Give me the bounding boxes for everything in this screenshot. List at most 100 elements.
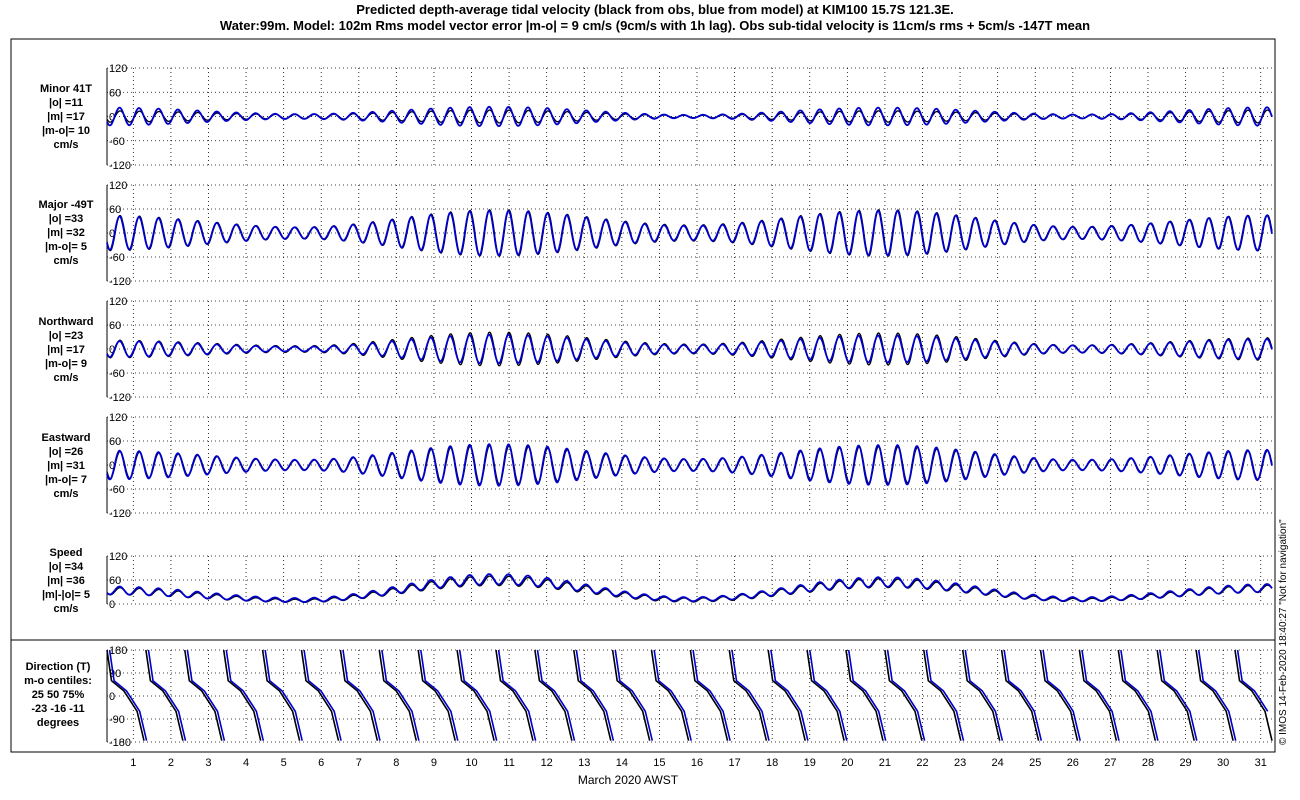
x-tick-label: 20 — [841, 757, 853, 769]
y-tick-label: -120 — [109, 276, 131, 288]
y-tick-label: -60 — [109, 484, 125, 496]
panel-label-line: Eastward — [42, 432, 91, 444]
x-tick-label: 10 — [465, 757, 477, 769]
x-tick-label: 25 — [1029, 757, 1041, 769]
panel-2: 120600-60-120Major -49T|o| =33|m| =32|m-… — [38, 180, 1273, 288]
panel-1: 120600-60-120Minor 41T|o| =11|m| =17|m-o… — [40, 63, 1273, 172]
panel-5: 120 60 0 Speed |o| =34 |m| =36 |m|-|o|= 5 cm/s — [42, 547, 1273, 615]
x-tick-label: 28 — [1142, 757, 1154, 769]
x-axis-label: March 2020 AWST — [578, 773, 679, 787]
x-tick-label: 17 — [728, 757, 740, 769]
x-tick-label: 16 — [691, 757, 703, 769]
model-series-line — [108, 649, 1269, 741]
x-tick-label: 26 — [1067, 757, 1079, 769]
panel-label-line: Direction (T) — [26, 661, 91, 673]
x-tick-label: 7 — [356, 757, 362, 769]
panel-label-line: cm/s — [53, 603, 78, 615]
y-tick-label: 180 — [109, 645, 127, 657]
panel-label-line: |m-o|= 5 — [45, 241, 87, 253]
x-tick-label: 23 — [954, 757, 966, 769]
panel-label-line: cm/s — [53, 255, 78, 267]
x-tick-label: 13 — [578, 757, 590, 769]
panel-label-line: |o| =11 — [49, 97, 83, 109]
x-tick-label: 5 — [281, 757, 287, 769]
panel-label-line: Northward — [39, 316, 94, 328]
x-tick-label: 31 — [1255, 757, 1267, 769]
panel-label-line: |m-o|= 10 — [42, 125, 90, 137]
y-tick-label: -120 — [109, 392, 131, 404]
panel-label-line: |o| =23 — [49, 330, 84, 342]
tidal-velocity-figure: Predicted depth-average tidal velocity (… — [10, 2, 1289, 787]
x-tick-label: 22 — [916, 757, 928, 769]
panel-3: 120600-60-120Northward|o| =23|m| =17|m-o… — [39, 296, 1273, 404]
panel-label-line: |m| =32 — [47, 227, 85, 239]
y-tick-label: -120 — [109, 160, 131, 172]
y-tick-label: 0 — [109, 599, 115, 611]
panel-label-line: |m| =36 — [47, 575, 85, 587]
x-tick-label: 8 — [393, 757, 399, 769]
plot-panels: 120600-60-120Minor 41T|o| =11|m| =17|m-o… — [24, 63, 1273, 769]
y-tick-label: 60 — [109, 575, 121, 587]
x-tick-label: 19 — [804, 757, 816, 769]
panel-label-line: |m|-|o|= 5 — [42, 589, 90, 601]
panel-6: 180900-90-180Direction (T)m-o centiles:2… — [24, 645, 1273, 749]
panel-label-line: cm/s — [53, 139, 78, 151]
panel-label-line: |o| =26 — [49, 446, 84, 458]
panel-label-line: |m| =17 — [47, 344, 85, 356]
y-tick-label: -90 — [109, 714, 125, 726]
x-tick-label: 27 — [1104, 757, 1116, 769]
x-tick-label: 30 — [1217, 757, 1229, 769]
x-tick-label: 3 — [205, 757, 211, 769]
x-tick-label: 12 — [541, 757, 553, 769]
x-tick-label: 6 — [318, 757, 324, 769]
x-tick-label: 18 — [766, 757, 778, 769]
panel-label-line: |m| =17 — [47, 111, 85, 123]
panel-label-line: cm/s — [53, 488, 78, 500]
y-tick-label: -60 — [109, 252, 125, 264]
x-tick-label: 9 — [431, 757, 437, 769]
panel-label-line: |m-o|= 9 — [45, 358, 87, 370]
y-tick-label: 60 — [109, 204, 121, 216]
x-tick-label: 2 — [168, 757, 174, 769]
x-tick-label: 21 — [879, 757, 891, 769]
y-tick-label: -60 — [109, 136, 125, 148]
y-tick-label: 60 — [109, 436, 121, 448]
panel-label-line: Speed — [49, 547, 82, 559]
obs-series-line — [106, 649, 1273, 741]
y-tick-label: 120 — [109, 412, 127, 424]
credit-text: © IMOS 14-Feb-2020 18:40:27 "Not for nav… — [1278, 519, 1289, 745]
y-tick-label: 120 — [109, 63, 127, 75]
panel-label-line: 25 50 75% — [32, 689, 85, 701]
panel-label-line: |o| =34 — [49, 561, 84, 573]
y-tick-label: 0 — [109, 691, 115, 703]
title-line-1: Predicted depth-average tidal velocity (… — [356, 2, 953, 17]
panel-label-line: |m| =31 — [47, 460, 85, 472]
panel-label-line: |m-o|= 7 — [45, 474, 87, 486]
panel-label-line: degrees — [37, 717, 79, 729]
x-tick-label: 24 — [992, 757, 1004, 769]
model-series-line — [106, 105, 1273, 128]
model-series-line — [106, 573, 1273, 603]
y-tick-label: 120 — [109, 180, 127, 192]
model-series-line — [106, 333, 1273, 365]
x-tick-label: 11 — [503, 757, 514, 769]
panel-label-line: cm/s — [53, 372, 78, 384]
x-tick-label: 4 — [243, 757, 249, 769]
x-tick-label: 14 — [616, 757, 628, 769]
title-line-2: Water:99m. Model: 102m Rms model vector … — [220, 18, 1090, 33]
figure-frame — [10, 38, 1276, 753]
panel-label-line: m-o centiles: — [24, 675, 92, 687]
y-tick-label: -180 — [109, 737, 131, 749]
panel-4: 120600-60-120Eastward|o| =26|m| =31|m-o|… — [42, 412, 1273, 520]
y-tick-label: 60 — [109, 87, 121, 99]
panel-label-line: -23 -16 -11 — [31, 703, 84, 715]
x-tick-label: 29 — [1179, 757, 1191, 769]
x-tick-label: 15 — [653, 757, 665, 769]
panel-label-line: |o| =33 — [49, 213, 84, 225]
y-tick-label: 120 — [109, 296, 127, 308]
y-tick-label: -120 — [109, 508, 131, 520]
y-tick-label: 120 — [109, 551, 127, 563]
y-tick-label: 60 — [109, 320, 121, 332]
x-tick-label: 1 — [130, 757, 136, 769]
panel-label-line: Minor 41T — [40, 83, 92, 95]
